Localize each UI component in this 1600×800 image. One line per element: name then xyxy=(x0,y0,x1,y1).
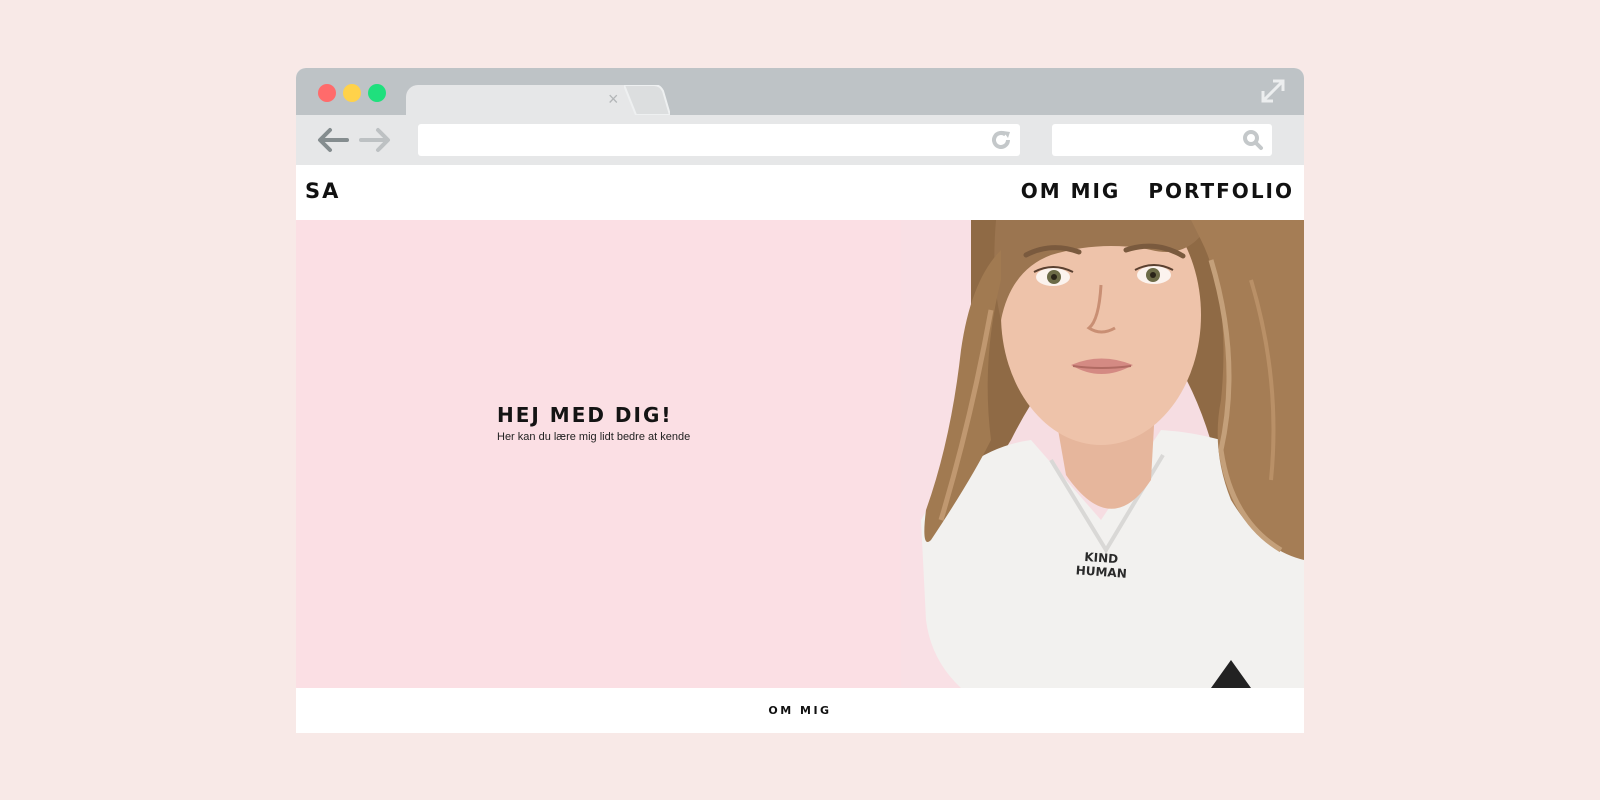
reload-icon[interactable] xyxy=(990,129,1012,151)
address-bar[interactable] xyxy=(418,124,1020,156)
new-tab-button[interactable] xyxy=(624,85,670,115)
minimize-window-button[interactable] xyxy=(343,84,361,102)
browser-window: × SA OM MIG PORTFOLIO HEJ MED DIG! Her k… xyxy=(296,68,1304,733)
hero-subtitle: Her kan du lære mig lidt bedre at kende xyxy=(497,431,691,443)
search-icon[interactable] xyxy=(1242,129,1264,151)
portrait-photo: KIND HUMAN xyxy=(901,220,1304,688)
hero-text: HEJ MED DIG! Her kan du lære mig lidt be… xyxy=(497,403,690,443)
hero-section: HEJ MED DIG! Her kan du lære mig lidt be… xyxy=(296,220,1304,688)
back-arrow-icon[interactable] xyxy=(316,127,350,153)
footer-link-om-mig[interactable]: OM MIG xyxy=(296,704,1304,717)
hero-title: HEJ MED DIG! xyxy=(497,403,673,427)
nav-link-om-mig[interactable]: OM MIG xyxy=(1021,179,1121,203)
maximize-window-button[interactable] xyxy=(368,84,386,102)
close-window-button[interactable] xyxy=(318,84,336,102)
browser-toolbar xyxy=(296,115,1304,165)
site-header: SA OM MIG PORTFOLIO xyxy=(296,165,1304,220)
forward-arrow-icon[interactable] xyxy=(358,127,392,153)
browser-titlebar: × xyxy=(296,68,1304,115)
close-icon[interactable]: × xyxy=(608,90,619,108)
site-logo[interactable]: SA xyxy=(305,179,340,203)
nav-link-portfolio[interactable]: PORTFOLIO xyxy=(1148,179,1294,203)
expand-icon[interactable] xyxy=(1260,78,1286,104)
webpage: SA OM MIG PORTFOLIO HEJ MED DIG! Her kan… xyxy=(296,165,1304,733)
site-footer: OM MIG xyxy=(296,688,1304,733)
browser-tab[interactable] xyxy=(406,85,636,115)
search-input[interactable] xyxy=(1052,124,1272,156)
site-nav: OM MIG PORTFOLIO xyxy=(1021,179,1294,203)
